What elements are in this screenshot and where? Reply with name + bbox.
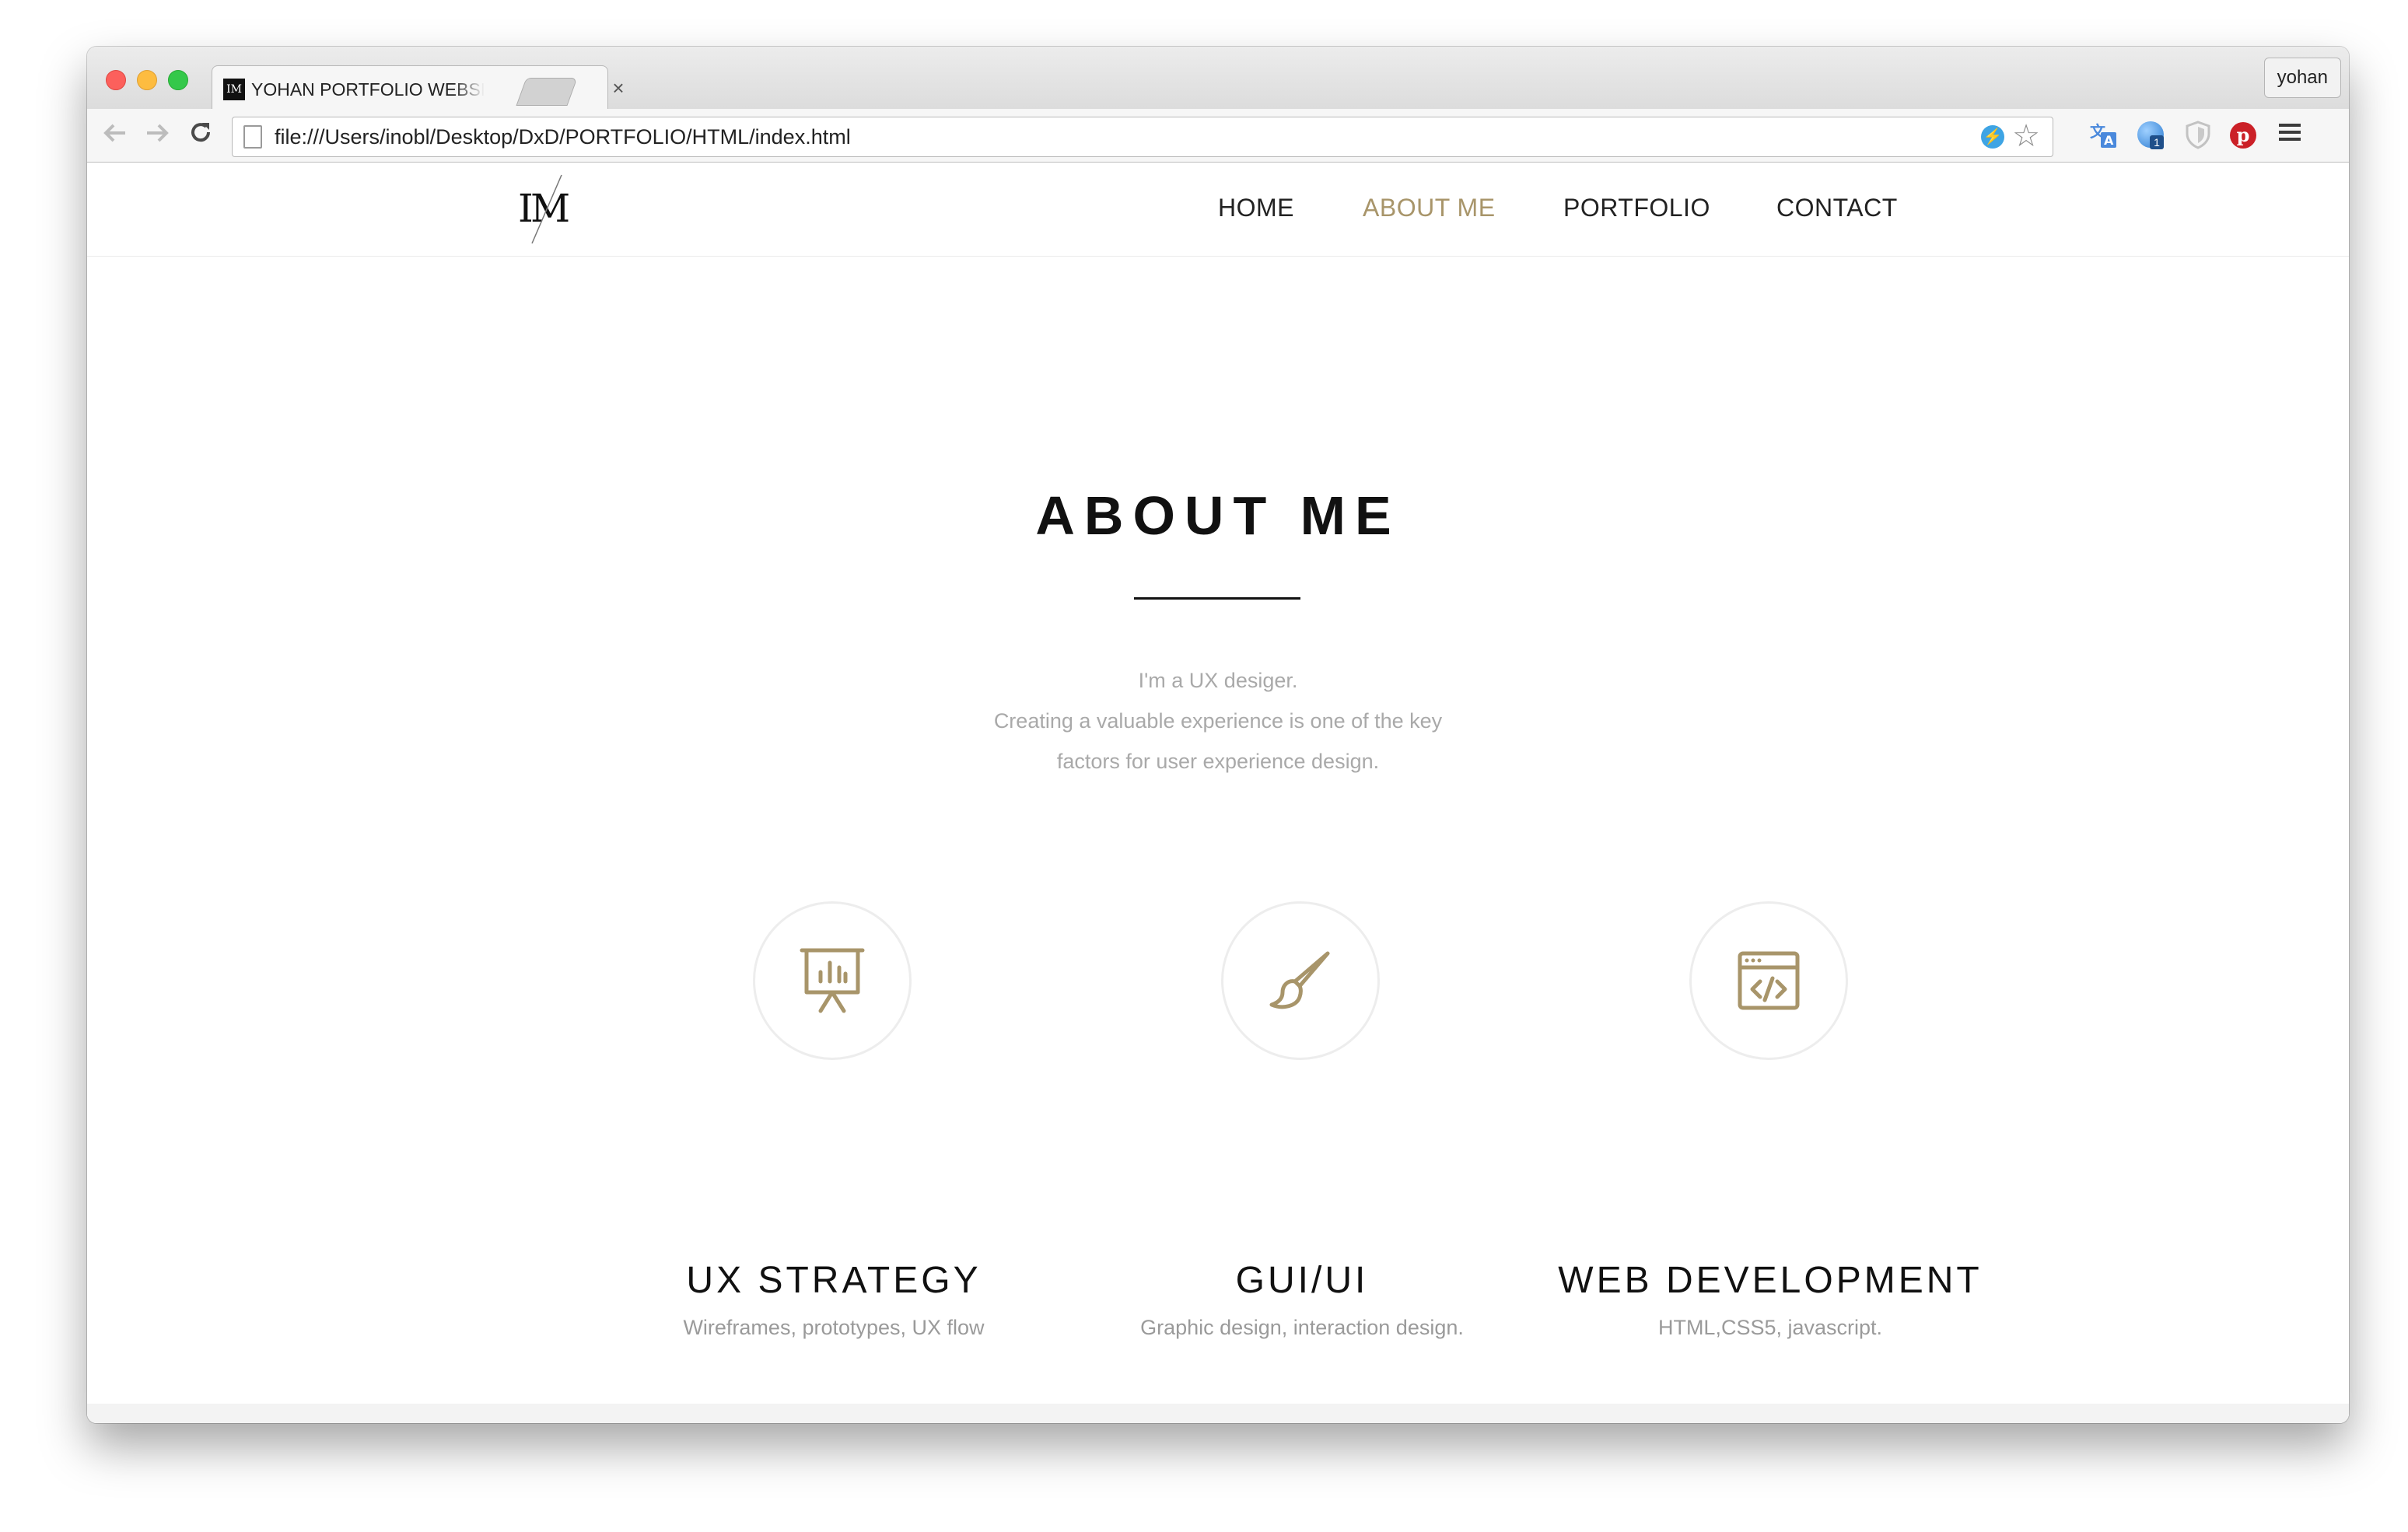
web-page: I M HOME ABOUT ME PORTFOLIO CONTACT ABOU… [87, 163, 2349, 1423]
next-section-strip [87, 1404, 2349, 1423]
nav-about-me[interactable]: ABOUT ME [1363, 191, 1496, 225]
service-description: HTML,CSS5, javascript. [1657, 1316, 1883, 1339]
service-icon-circle [753, 901, 912, 1060]
title-bar: IM YOHAN PORTFOLIO WEBSITE × yohan [87, 47, 2349, 111]
service-description: Wireframes, prototypes, UX flow [683, 1316, 985, 1339]
profile-button[interactable]: yohan [2263, 58, 2341, 98]
url-text[interactable]: file:///Users/inobl/Desktop/DxD/PORTFOLI… [275, 117, 851, 156]
site-logo[interactable]: I M [516, 173, 571, 245]
intro-text: I'm a UX desiger. Creating a valuable ex… [87, 660, 2349, 782]
nav-contact[interactable]: CONTACT [1776, 191, 1898, 225]
paintbrush-icon [1269, 951, 1330, 1009]
service-title: UX STRATEGY [686, 1260, 982, 1301]
new-tab-button[interactable] [516, 78, 578, 106]
intro-line: Creating a valuable experience is one of… [993, 709, 1443, 733]
address-bar[interactable]: file:///Users/inobl/Desktop/DxD/PORTFOLI… [232, 117, 2053, 157]
site-header: I M HOME ABOUT ME PORTFOLIO CONTACT [87, 163, 2349, 257]
extension-badge: 1 [2150, 135, 2164, 149]
shield-icon[interactable] [2182, 120, 2214, 151]
reload-icon[interactable] [187, 120, 215, 148]
tab-title: YOHAN PORTFOLIO WEBSITE [251, 79, 485, 100]
nav-portfolio[interactable]: PORTFOLIO [1563, 191, 1710, 225]
title-divider [1134, 597, 1300, 600]
service-description: Graphic design, interaction design. [1140, 1316, 1464, 1339]
extension-ball-icon[interactable]: 1 [2134, 120, 2165, 151]
intro-line: factors for user experience design. [1056, 750, 1380, 773]
section-title: ABOUT ME [1035, 485, 1401, 546]
svg-text:A: A [2104, 133, 2114, 148]
bolt-icon[interactable]: ⚡ [1981, 125, 2004, 149]
pinterest-icon[interactable]: p [2228, 120, 2259, 151]
minimize-window-button[interactable] [137, 70, 157, 90]
star-icon[interactable]: ☆ [2011, 121, 2042, 152]
service-title: GUI/UI [1235, 1260, 1369, 1301]
browser-window: IM YOHAN PORTFOLIO WEBSITE × yohan file:… [87, 47, 2349, 1423]
close-window-button[interactable] [106, 70, 126, 90]
svg-text:M: M [530, 186, 570, 231]
back-icon[interactable] [101, 120, 129, 148]
code-window-icon [1738, 951, 1800, 1010]
forward-icon[interactable] [143, 120, 171, 148]
tab-favicon-icon: IM [223, 79, 245, 100]
tab-close-icon[interactable]: × [607, 77, 629, 99]
translate-icon[interactable]: 文A [2088, 120, 2119, 151]
intro-line: I'm a UX desiger. [1138, 669, 1298, 692]
browser-toolbar: file:///Users/inobl/Desktop/DxD/PORTFOLI… [87, 109, 2349, 163]
service-icon-circle [1689, 901, 1848, 1060]
maximize-window-button[interactable] [168, 70, 188, 90]
nav-home[interactable]: HOME [1218, 191, 1294, 225]
page-icon [243, 125, 262, 149]
service-icon-circle [1221, 901, 1380, 1060]
menu-icon[interactable] [2274, 120, 2305, 151]
presentation-chart-icon [800, 948, 865, 1013]
pinterest-badge: p [2230, 122, 2256, 149]
service-title: WEB DEVELOPMENT [1558, 1260, 1983, 1301]
